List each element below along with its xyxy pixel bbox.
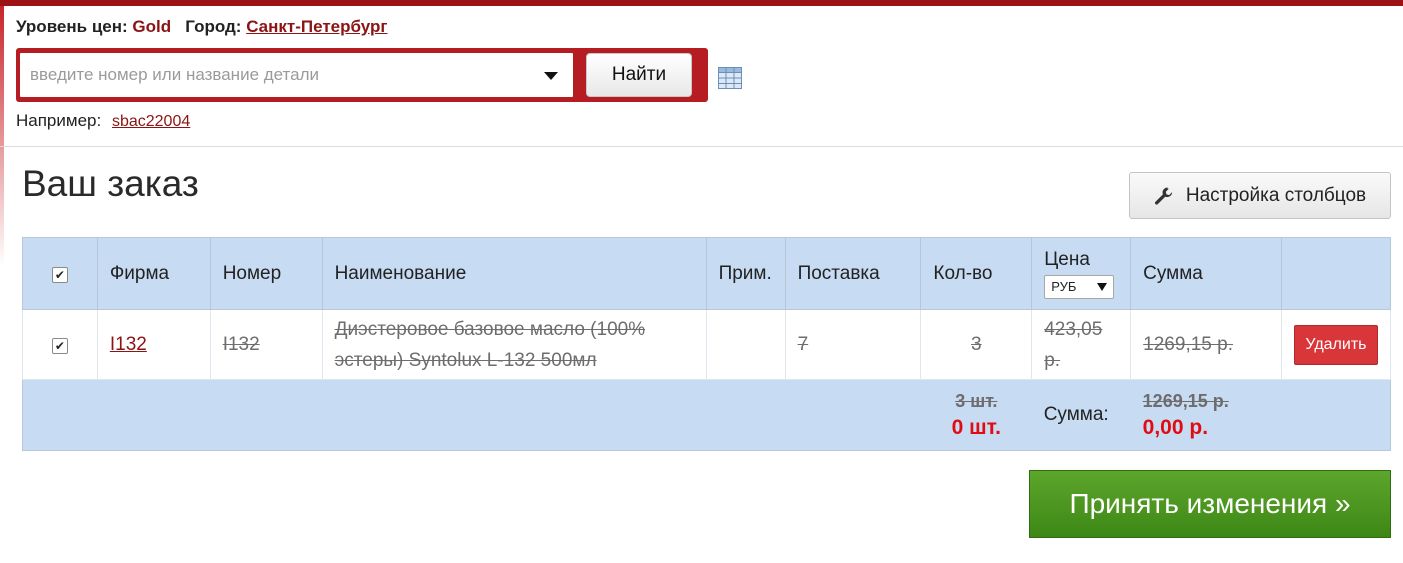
firm-link[interactable]: I132 <box>110 334 147 355</box>
delete-button[interactable]: Удалить <box>1293 324 1378 365</box>
order-table: ✔ Фирма Номер Наименование Прим. Поставк… <box>21 237 1392 451</box>
header-price-cell: Цена РУБ <box>1031 237 1132 310</box>
header-note[interactable]: Прим. <box>705 237 786 310</box>
table-row: ✔ I132 I132 Диэстеровое базовое масло (1… <box>22 309 1392 380</box>
divider <box>0 146 1403 147</box>
columns-settings-button[interactable]: Настройка столбцов <box>1129 172 1391 219</box>
select-all-checkbox[interactable]: ✔ <box>51 266 68 283</box>
chevron-down-icon <box>1097 282 1108 291</box>
price-cell: 423,05 р. <box>1031 309 1132 380</box>
search-combobox[interactable] <box>20 53 573 97</box>
new-total-qty: 0 шт. <box>951 415 1001 439</box>
row-sum: 1269,15 р. <box>1143 333 1233 355</box>
search-example: Например: sbac22004 <box>16 111 190 131</box>
totals-spacer <box>21 379 921 451</box>
example-label: Например: <box>16 111 102 130</box>
row-checkbox[interactable]: ✔ <box>51 337 68 354</box>
old-total-sum: 1269,15 р. <box>1142 390 1229 411</box>
currency-value: РУБ <box>1051 279 1077 294</box>
select-all-cell: ✔ <box>22 237 98 310</box>
city-link[interactable]: Санкт-Петербург <box>246 17 387 36</box>
header-actions <box>1280 237 1392 310</box>
wrench-icon <box>1154 186 1174 206</box>
new-total-sum: 0,00 р. <box>1142 415 1209 439</box>
header-qty[interactable]: Кол-во <box>920 237 1033 310</box>
table-grid-icon[interactable] <box>718 67 742 94</box>
chevron-down-icon[interactable] <box>544 72 558 80</box>
find-button[interactable]: Найти <box>586 53 692 97</box>
delete-cell: Удалить <box>1280 309 1392 380</box>
sum-cell: 1269,15 р. <box>1130 309 1282 380</box>
totals-row: 3 шт. 0 шт. Сумма: 1269,15 р. 0,00 р. <box>21 379 1392 451</box>
price-level-value: Gold <box>132 17 172 36</box>
number-cell: I132 <box>209 309 323 380</box>
accept-changes-button[interactable]: Принять изменения » <box>1029 470 1391 538</box>
header-delivery[interactable]: Поставка <box>784 237 922 310</box>
columns-settings-label: Настройка столбцов <box>1185 184 1367 206</box>
table-header-row: ✔ Фирма Номер Наименование Прим. Поставк… <box>22 237 1392 310</box>
totals-sum-label: Сумма: <box>1031 379 1131 451</box>
example-link[interactable]: sbac22004 <box>112 113 190 130</box>
city-label: Город: <box>185 17 242 36</box>
header-name[interactable]: Наименование <box>321 237 707 310</box>
delivery-days: 7 <box>797 333 809 355</box>
price-level-label: Уровень цен: <box>16 17 128 36</box>
top-stripe <box>0 0 1403 6</box>
totals-qty-cell: 3 шт. 0 шт. <box>920 379 1032 451</box>
delivery-cell: 7 <box>784 309 922 380</box>
header-sum[interactable]: Сумма <box>1130 237 1282 310</box>
price: 423,05 р. <box>1044 318 1103 371</box>
totals-sum-cell: 1269,15 р. 0,00 р. <box>1130 379 1282 451</box>
price-city-header: Уровень цен: Gold Город: Санкт-Петербург <box>16 17 387 37</box>
header-price[interactable]: Цена <box>1044 249 1118 271</box>
qty-cell: 3 <box>920 309 1033 380</box>
quantity: 3 <box>971 333 982 355</box>
search-bar: Найти <box>16 48 708 102</box>
firm-cell: I132 <box>96 309 211 380</box>
left-shade <box>0 6 4 266</box>
note-cell <box>705 309 786 380</box>
header-firm[interactable]: Фирма <box>96 237 211 310</box>
page-title: Ваш заказ <box>22 163 199 204</box>
part-number: I132 <box>222 333 260 355</box>
row-select-cell: ✔ <box>22 309 98 380</box>
header-number[interactable]: Номер <box>209 237 323 310</box>
totals-end <box>1281 379 1392 451</box>
part-name: Диэстеровое базовое масло (100% эстеры) … <box>334 318 646 371</box>
search-input[interactable] <box>20 53 540 97</box>
currency-select[interactable]: РУБ <box>1044 274 1115 299</box>
name-cell: Диэстеровое базовое масло (100% эстеры) … <box>321 309 707 380</box>
old-total-qty: 3 шт. <box>955 390 998 411</box>
